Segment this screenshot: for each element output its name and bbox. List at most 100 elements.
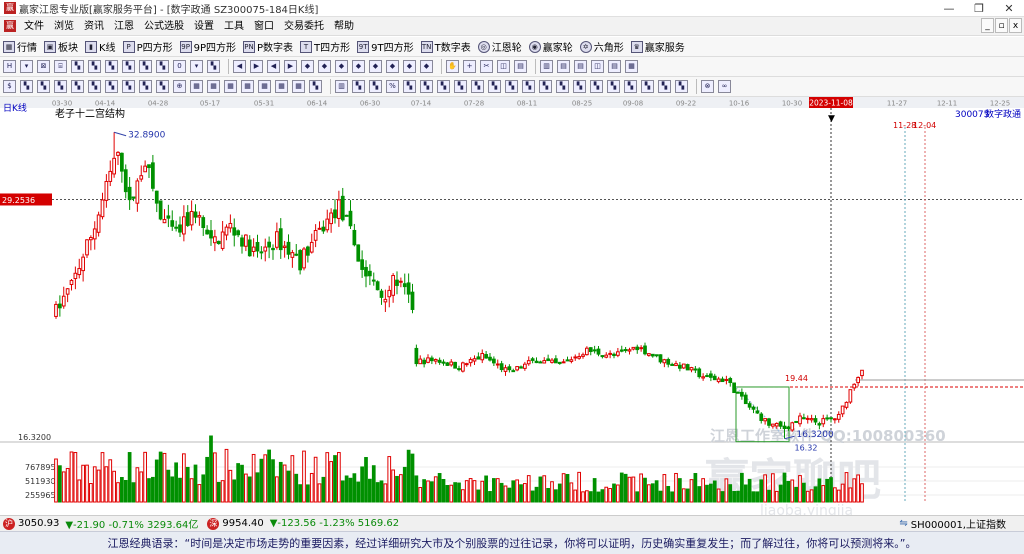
tool-icon[interactable]: ◀ xyxy=(233,60,246,73)
menu-news[interactable]: 资讯 xyxy=(79,17,109,36)
tool-icon[interactable]: ◫ xyxy=(497,60,510,73)
tool-icon[interactable]: ◆ xyxy=(352,60,365,73)
tool-icon[interactable]: ▚ xyxy=(309,80,322,93)
toolbar-gann-wheel-button[interactable]: ◎ 江恩轮 xyxy=(477,39,522,54)
tool-icon[interactable]: ▚ xyxy=(403,80,416,93)
toolbar-p-square-button[interactable]: P P四方形 xyxy=(122,39,173,54)
tool-icon[interactable]: ⊕ xyxy=(173,80,186,93)
toolbar-tn-table-button[interactable]: TN T数字表 xyxy=(420,39,471,54)
tool-icon[interactable]: ▚ xyxy=(369,80,382,93)
tool-icon[interactable]: ▚ xyxy=(71,80,84,93)
toolbar-hexagon-button[interactable]: ✡ 六角形 xyxy=(579,39,624,54)
tool-icon[interactable]: ▦ xyxy=(625,60,638,73)
tool-icon[interactable]: ◫ xyxy=(591,60,604,73)
tool-icon[interactable]: $ xyxy=(3,80,16,93)
tool-icon[interactable]: ▚ xyxy=(556,80,569,93)
tool-icon[interactable]: ▾ xyxy=(20,60,33,73)
tool-icon[interactable]: ◆ xyxy=(335,60,348,73)
tool-icon[interactable]: ✋ xyxy=(446,60,459,73)
mdi-restore-button[interactable]: ▫ xyxy=(995,18,1008,33)
toolbar-nine-p-square-button[interactable]: 9P 9P四方形 xyxy=(179,39,236,54)
toolbar-candle-button[interactable]: ▮ K线 xyxy=(85,39,116,54)
tool-icon[interactable]: ▶ xyxy=(250,60,263,73)
tool-icon[interactable]: ▚ xyxy=(352,80,365,93)
tool-icon[interactable]: ∞ xyxy=(718,80,731,93)
tool-icon[interactable]: ▤ xyxy=(574,60,587,73)
tool-icon[interactable]: ▚ xyxy=(539,80,552,93)
tool-icon[interactable]: ▥ xyxy=(540,60,553,73)
tool-icon[interactable]: ▚ xyxy=(624,80,637,93)
tool-icon[interactable]: ▚ xyxy=(420,80,433,93)
minimize-button[interactable]: — xyxy=(934,0,964,17)
tool-icon[interactable]: ◆ xyxy=(301,60,314,73)
toolbar-grid-button[interactable]: ▦ 行情 xyxy=(3,39,37,54)
tool-icon[interactable]: ▚ xyxy=(88,80,101,93)
tool-icon[interactable]: ▚ xyxy=(207,60,220,73)
tool-icon[interactable]: ▚ xyxy=(641,80,654,93)
tool-icon[interactable]: ▚ xyxy=(156,60,169,73)
menu-browse[interactable]: 浏览 xyxy=(49,17,79,36)
tool-icon[interactable]: ▤ xyxy=(557,60,570,73)
tool-icon[interactable]: ▚ xyxy=(675,80,688,93)
close-button[interactable]: ✕ xyxy=(994,0,1024,17)
tool-icon[interactable]: ▚ xyxy=(437,80,450,93)
tool-icon[interactable]: ◆ xyxy=(386,60,399,73)
menu-settings[interactable]: 设置 xyxy=(189,17,219,36)
tool-icon[interactable]: ▦ xyxy=(292,80,305,93)
toolbar-winner-wheel-button[interactable]: ◉ 赢家轮 xyxy=(528,39,573,54)
tool-icon[interactable]: ▚ xyxy=(590,80,603,93)
mdi-minimize-button[interactable]: _ xyxy=(981,18,994,33)
menu-trading[interactable]: 交易委托 xyxy=(279,17,329,36)
tool-icon[interactable]: ▾ xyxy=(190,60,203,73)
tool-icon[interactable]: ▚ xyxy=(88,60,101,73)
tool-icon[interactable]: ▚ xyxy=(105,80,118,93)
tool-icon[interactable]: ▚ xyxy=(471,80,484,93)
tool-icon[interactable]: ▤ xyxy=(608,60,621,73)
tool-icon[interactable]: ◀ xyxy=(267,60,280,73)
tool-icon[interactable]: ▚ xyxy=(139,80,152,93)
tool-icon[interactable]: ▚ xyxy=(156,80,169,93)
index-selector-icon[interactable]: ⇋ xyxy=(899,518,907,529)
shanghai-index-value[interactable]: 3050.93 xyxy=(18,518,59,529)
tool-icon[interactable]: ▚ xyxy=(139,60,152,73)
shenzhen-index-value[interactable]: 9954.40 xyxy=(222,518,263,529)
menu-gann[interactable]: 江恩 xyxy=(109,17,139,36)
tool-icon[interactable]: 0 xyxy=(173,60,186,73)
kline-chart[interactable]: 29.253616.3200767895511930255965 03-30 04… xyxy=(0,97,1024,515)
tool-icon[interactable]: ▚ xyxy=(122,60,135,73)
menu-tools[interactable]: 工具 xyxy=(219,17,249,36)
tool-icon[interactable]: + xyxy=(463,60,476,73)
tool-icon[interactable]: ▚ xyxy=(658,80,671,93)
toolbar-service-button[interactable]: ♛ 赢家服务 xyxy=(630,39,685,54)
tool-icon[interactable]: ▚ xyxy=(488,80,501,93)
tool-icon[interactable]: H xyxy=(3,60,16,73)
tool-icon[interactable]: ▦ xyxy=(241,80,254,93)
tool-icon[interactable]: ◆ xyxy=(403,60,416,73)
tool-icon[interactable]: ◆ xyxy=(318,60,331,73)
tool-icon[interactable]: % xyxy=(386,80,399,93)
menu-help[interactable]: 帮助 xyxy=(329,17,359,36)
mdi-close-button[interactable]: x xyxy=(1009,18,1022,33)
restore-button[interactable]: ❐ xyxy=(964,0,994,17)
toolbar-pn-table-button[interactable]: PN P数字表 xyxy=(243,39,293,54)
tool-icon[interactable]: ▚ xyxy=(20,80,33,93)
tool-icon[interactable]: ▚ xyxy=(37,80,50,93)
tool-icon[interactable]: ▚ xyxy=(505,80,518,93)
tool-icon[interactable]: ✂ xyxy=(480,60,493,73)
tool-icon[interactable]: ▚ xyxy=(105,60,118,73)
toolbar-t-square-button[interactable]: T T四方形 xyxy=(300,39,350,54)
tool-icon[interactable]: ▤ xyxy=(514,60,527,73)
tool-icon[interactable]: ⊗ xyxy=(701,80,714,93)
menu-file[interactable]: 文件 xyxy=(19,17,49,36)
tool-icon[interactable]: ⌸ xyxy=(54,60,67,73)
tool-icon[interactable]: ▚ xyxy=(454,80,467,93)
tool-icon[interactable]: ▚ xyxy=(71,60,84,73)
tool-icon[interactable]: ▶ xyxy=(284,60,297,73)
menu-formula-screener[interactable]: 公式选股 xyxy=(139,17,189,36)
menu-window[interactable]: 窗口 xyxy=(249,17,279,36)
tool-icon[interactable]: ▦ xyxy=(224,80,237,93)
tool-icon[interactable]: ▚ xyxy=(607,80,620,93)
app-menu-icon[interactable]: 赢 xyxy=(4,20,16,32)
tool-icon[interactable]: ▦ xyxy=(258,80,271,93)
tool-icon[interactable]: ▦ xyxy=(275,80,288,93)
